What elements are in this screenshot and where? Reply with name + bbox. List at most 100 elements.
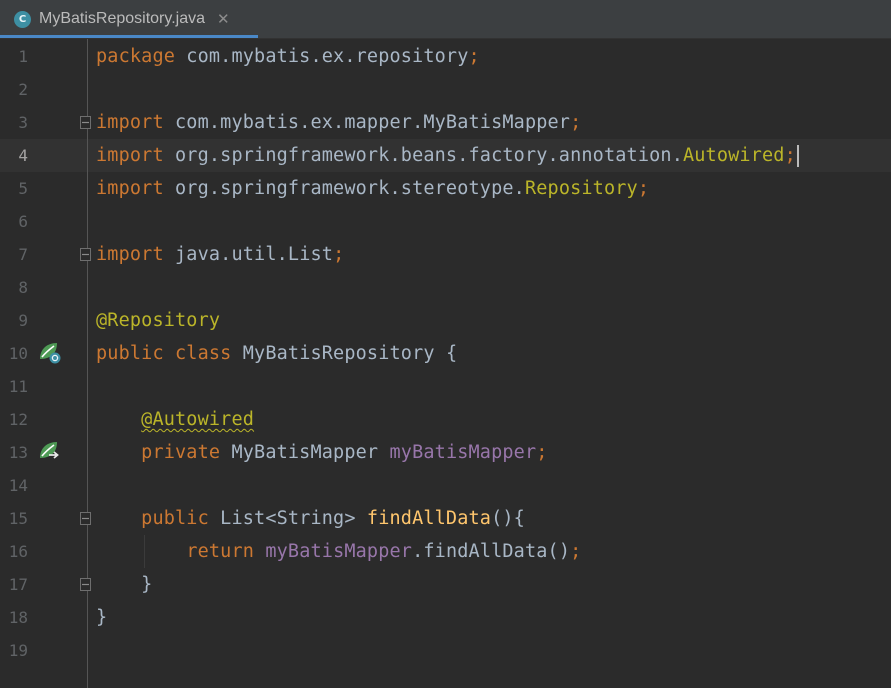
code-token: org.springframework.beans.factory.annota…	[163, 145, 683, 166]
code-line[interactable]: 5 import org.springframework.stereotype.R…	[0, 172, 891, 205]
code-token: import	[96, 112, 164, 133]
code-text: import org.springframework.beans.factory…	[96, 139, 799, 172]
code-line[interactable]: 4 import org.springframework.beans.factor…	[0, 139, 891, 172]
fold-open-icon[interactable]	[80, 512, 91, 525]
code-line[interactable]: 8	[0, 271, 891, 304]
close-tab-icon[interactable]: ✕	[217, 10, 230, 28]
code-token: org.springframework.stereotype.	[163, 178, 525, 199]
code-text: import com.mybatis.ex.mapper.MyBatisMapp…	[96, 106, 581, 139]
code-line[interactable]: 10 public class MyBatisRepository {	[0, 337, 891, 370]
code-text: return myBatisMapper.findAllData();	[96, 535, 581, 568]
code-line[interactable]: 15 public List<String> findAllData(){	[0, 502, 891, 535]
fold-close-icon[interactable]	[80, 248, 91, 261]
line-number[interactable]: 7	[0, 238, 28, 271]
code-text: package com.mybatis.ex.repository;	[96, 40, 480, 73]
code-text: }	[96, 568, 152, 601]
code-line[interactable]: 19	[0, 634, 891, 667]
line-number[interactable]: 1	[0, 40, 28, 73]
line-number[interactable]: 15	[0, 502, 28, 535]
code-token: ;	[536, 442, 548, 463]
line-number[interactable]: 14	[0, 469, 28, 502]
code-token: java.util.List	[163, 244, 334, 265]
code-token: ;	[637, 178, 650, 199]
code-line[interactable]: 13 private MyBatisMapper myBatisMapper;	[0, 436, 891, 469]
line-number[interactable]: 2	[0, 73, 28, 106]
code-editor[interactable]: 1 package com.mybatis.ex.repository; 2 3 imp…	[0, 39, 891, 688]
tab-file-name: MyBatisRepository.java	[39, 10, 205, 27]
code-text: public class MyBatisRepository {	[96, 337, 457, 370]
code-line[interactable]: 11	[0, 370, 891, 403]
line-number[interactable]: 4	[0, 139, 28, 172]
code-text: }	[96, 601, 107, 634]
line-number[interactable]: 11	[0, 370, 28, 403]
line-number[interactable]: 9	[0, 304, 28, 337]
spring-bean-injection-icon[interactable]	[38, 440, 62, 464]
code-line[interactable]: 14	[0, 469, 891, 502]
code-text: @Autowired	[96, 403, 254, 436]
code-token: @Repository	[96, 310, 221, 331]
editor-tab-bar: C MyBatisRepository.java ✕	[0, 0, 891, 39]
code-line[interactable]: 12 @Autowired	[0, 403, 891, 436]
active-tab-indicator	[0, 35, 258, 38]
code-token: ;	[570, 112, 582, 133]
code-line[interactable]: 6	[0, 205, 891, 238]
code-line[interactable]: 7 import java.util.List;	[0, 238, 891, 271]
line-number[interactable]: 18	[0, 601, 28, 634]
text-caret	[796, 145, 799, 167]
tab-mybatis-repository[interactable]: C MyBatisRepository.java ✕	[0, 0, 258, 38]
code-token: (){	[491, 508, 525, 529]
code-token: public class	[96, 343, 232, 364]
code-line[interactable]: 17 }	[0, 568, 891, 601]
line-number[interactable]: 5	[0, 172, 28, 205]
line-number[interactable]: 16	[0, 535, 28, 568]
code-token: return	[186, 541, 255, 562]
code-token: }	[96, 607, 108, 628]
code-line[interactable]: 18}	[0, 601, 891, 634]
line-number[interactable]: 6	[0, 205, 28, 238]
code-line[interactable]: 3 import com.mybatis.ex.mapper.MyBatisMap…	[0, 106, 891, 139]
code-token: private	[141, 442, 221, 463]
code-line[interactable]: 16 return myBatisMapper.findAllData();	[0, 535, 891, 568]
code-token: myBatisMapper	[389, 442, 537, 463]
code-token: ;	[468, 46, 480, 67]
code-token: com.mybatis.ex.mapper.MyBatisMapper	[163, 112, 571, 133]
fold-open-icon[interactable]	[80, 116, 91, 129]
line-number[interactable]: 8	[0, 271, 28, 304]
code-token: package	[96, 46, 176, 67]
code-token: ;	[333, 244, 345, 265]
code-line[interactable]: 1 package com.mybatis.ex.repository;	[0, 40, 891, 73]
code-text: @Repository	[96, 304, 220, 337]
code-line[interactable]: 9 @Repository	[0, 304, 891, 337]
code-token: myBatisMapper	[265, 541, 413, 562]
code-token: import	[96, 178, 164, 199]
spring-bean-class-icon[interactable]	[38, 341, 62, 365]
code-token: findAllData	[366, 508, 492, 529]
code-token: com.mybatis.ex.repository	[175, 46, 469, 67]
code-text: private MyBatisMapper myBatisMapper;	[96, 436, 548, 469]
code-token: ;	[570, 541, 582, 562]
line-number[interactable]: 3	[0, 106, 28, 139]
code-text: import org.springframework.stereotype.Re…	[96, 172, 649, 205]
fold-close-icon[interactable]	[80, 578, 91, 591]
code-text: import java.util.List;	[96, 238, 344, 271]
code-token: Repository	[524, 178, 638, 199]
line-number[interactable]: 17	[0, 568, 28, 601]
line-number[interactable]: 19	[0, 634, 28, 667]
code-token: MyBatisRepository {	[231, 343, 458, 364]
code-token: import	[96, 244, 164, 265]
code-line[interactable]: 2	[0, 73, 891, 106]
line-number[interactable]: 12	[0, 403, 28, 436]
code-token: Autowired	[682, 145, 785, 166]
code-token: List<String>	[208, 508, 367, 529]
line-number[interactable]: 10	[0, 337, 28, 370]
java-class-icon: C	[14, 10, 31, 28]
code-text: public List<String> findAllData(){	[96, 502, 525, 535]
line-number[interactable]: 13	[0, 436, 28, 469]
code-token: }	[96, 574, 153, 595]
code-token: ;	[784, 145, 796, 166]
